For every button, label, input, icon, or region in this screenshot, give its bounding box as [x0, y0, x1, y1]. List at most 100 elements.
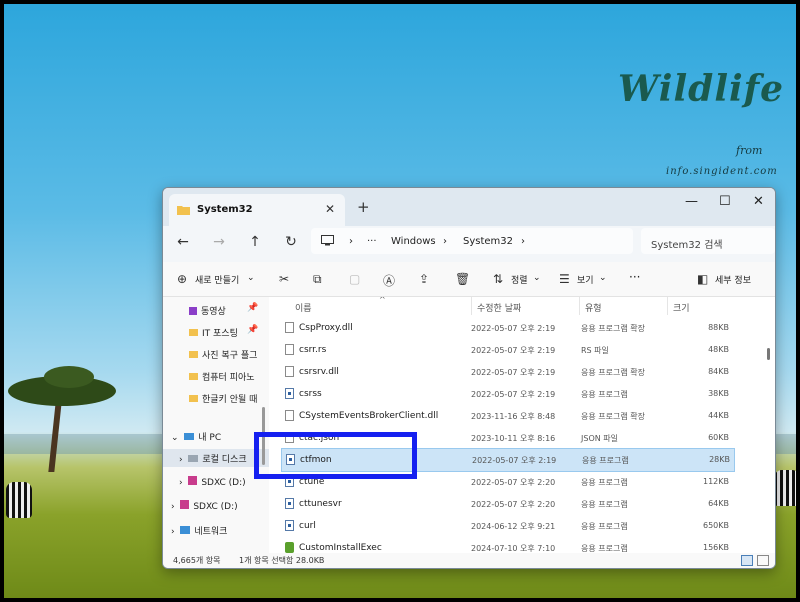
file-name: CustomInstallExec	[299, 543, 382, 553]
nav-label: SDXC (D:)	[193, 502, 238, 512]
file-row[interactable]: CSystemEventsBrokerClient.dll 2023-11-16…	[281, 405, 733, 427]
file-size: 650KB	[702, 521, 729, 530]
new-button[interactable]: 새로 만들기	[195, 273, 239, 286]
view-button[interactable]: 보기	[577, 273, 594, 286]
file-date: 2022-05-07 오후 2:19	[472, 456, 557, 465]
dll-icon	[285, 366, 294, 377]
column-divider[interactable]	[667, 297, 668, 315]
address-bar[interactable]: › ··· Windows › System32 ›	[311, 228, 633, 254]
column-header-type[interactable]: 유형	[585, 301, 602, 314]
file-size: 88KB	[708, 323, 729, 332]
view-icon[interactable]: ☰	[559, 272, 570, 286]
wallpaper-tree-top	[44, 366, 94, 388]
column-divider[interactable]	[579, 297, 580, 315]
tiles-view-icon[interactable]	[757, 555, 769, 566]
search-input[interactable]: System32 검색	[641, 228, 775, 254]
up-button[interactable]: ↑	[245, 234, 265, 250]
paste-icon[interactable]: ▢	[349, 272, 360, 286]
file-date: 2022-05-07 오후 2:19	[471, 346, 556, 355]
file-date: 2024-06-12 오후 9:21	[471, 522, 556, 531]
maximize-button[interactable]: ☐	[719, 194, 731, 209]
file-type: RS 파일	[581, 346, 609, 355]
file-type: 응용 프로그램	[581, 500, 628, 509]
nav-item-sdxc-2[interactable]: › SDXC (D:)	[163, 497, 269, 515]
file-icon	[285, 344, 294, 355]
column-header-size[interactable]: 크기	[673, 301, 690, 314]
nav-item-it-posting[interactable]: IT 포스팅 📌	[163, 323, 269, 341]
file-name: CSystemEventsBrokerClient.dll	[299, 411, 439, 421]
column-header-date[interactable]: 수정한 날짜	[477, 301, 521, 314]
folder-icon	[189, 351, 198, 358]
file-name: csrsrv.dll	[299, 367, 339, 377]
column-header-name[interactable]: 이름	[295, 301, 312, 314]
forward-button[interactable]: →	[209, 234, 229, 250]
nav-item-photo-recovery[interactable]: 사진 복구 플그	[163, 345, 269, 363]
file-list-scrollbar[interactable]	[767, 348, 770, 360]
breadcrumb-system32[interactable]: System32	[463, 236, 513, 247]
chevron-down-icon: ⌄	[533, 273, 541, 283]
file-type: 응용 프로그램 확장	[581, 368, 645, 377]
file-row[interactable]: csrsrv.dll 2022-05-07 오후 2:19 응용 프로그램 확장…	[281, 361, 733, 383]
folder-icon	[177, 206, 190, 215]
file-type: 응용 프로그램 확장	[581, 412, 645, 421]
exe-icon	[285, 520, 294, 531]
delete-icon[interactable]: 🗑	[455, 272, 470, 286]
sort-icon[interactable]: ⇅	[493, 272, 503, 286]
rename-icon[interactable]: Ⓐ	[383, 272, 395, 289]
watermark-title: Wildlife	[618, 68, 785, 110]
nav-item-computer-piano[interactable]: 컴퓨터 피아노	[163, 367, 269, 385]
nav-label: IT 포스팅	[202, 329, 238, 339]
file-size: 84KB	[708, 367, 729, 376]
nav-item-video[interactable]: 동영상 📌	[163, 301, 269, 319]
tab-close-icon[interactable]: ✕	[325, 202, 335, 216]
more-options-button[interactable]: ···	[629, 270, 640, 284]
refresh-button[interactable]: ↻	[281, 234, 301, 250]
back-button[interactable]: ←	[173, 234, 193, 250]
file-row[interactable]: CustomInstallExec 2024-07-10 오후 7:10 응용 …	[281, 537, 733, 553]
nav-label: 로컬 디스크	[202, 455, 247, 465]
file-size: 38KB	[708, 389, 729, 398]
column-divider[interactable]	[471, 297, 472, 315]
breadcrumb-ellipsis[interactable]: ···	[367, 236, 377, 247]
chevron-right-icon: ›	[179, 455, 183, 465]
share-icon[interactable]: ⇪	[419, 272, 429, 286]
file-date: 2022-05-07 오후 2:20	[471, 478, 556, 487]
nav-item-hangul-key[interactable]: 한글키 안될 때	[163, 389, 269, 407]
file-row[interactable]: curl 2024-06-12 오후 9:21 응용 프로그램 650KB	[281, 515, 733, 537]
navigation-pane: 동영상 📌 IT 포스팅 📌 사진 복구 플그 컴퓨터 피아노 한글키 안될 때…	[163, 297, 269, 553]
tab-title: System32	[197, 204, 253, 215]
details-view-icon[interactable]	[741, 555, 753, 566]
file-explorer-window: System32 ✕ + — ☐ ✕ ← → ↑ ↻ › ··· Windows…	[162, 187, 776, 569]
file-row[interactable]: csrr.rs 2022-05-07 오후 2:19 RS 파일 48KB	[281, 339, 733, 361]
file-type: 응용 프로그램	[581, 478, 628, 487]
network-icon	[180, 526, 191, 534]
file-size: 64KB	[708, 499, 729, 508]
minimize-button[interactable]: —	[685, 194, 698, 209]
file-name: csrr.rs	[299, 345, 327, 355]
sort-button[interactable]: 정렬	[511, 273, 528, 286]
copy-icon[interactable]: ⧉	[313, 272, 322, 287]
file-type: 응용 프로그램	[581, 390, 628, 399]
close-button[interactable]: ✕	[753, 194, 764, 209]
file-name: CspProxy.dll	[299, 323, 353, 333]
nav-item-network[interactable]: › 네트워크	[163, 521, 269, 539]
file-date: 2022-05-07 오후 2:19	[471, 324, 556, 333]
breadcrumb-chevron-icon: ›	[349, 236, 353, 247]
watermark-from: from	[736, 144, 763, 157]
chevron-right-icon: ›	[171, 502, 175, 512]
file-row[interactable]: csrss 2022-05-07 오후 2:19 응용 프로그램 38KB	[281, 383, 733, 405]
breadcrumb-windows[interactable]: Windows	[391, 236, 436, 247]
cut-icon[interactable]: ✂	[279, 272, 289, 286]
new-tab-button[interactable]: +	[357, 198, 370, 216]
file-type: JSON 파일	[581, 434, 618, 443]
nav-label: 한글키 안될 때	[202, 395, 258, 405]
new-plus-icon[interactable]: ⊕	[177, 272, 187, 286]
file-size: 28KB	[709, 455, 730, 464]
details-pane-icon[interactable]: ◧	[697, 272, 708, 286]
file-row[interactable]: cttunesvr 2022-05-07 오후 2:20 응용 프로그램 64K…	[281, 493, 733, 515]
file-list: 이름 ^ 수정한 날짜 유형 크기 CspProxy.dll 2022-05-0…	[269, 297, 775, 553]
exe-icon	[285, 388, 294, 399]
tab-system32[interactable]: System32 ✕	[169, 194, 345, 226]
details-button[interactable]: 세부 정보	[715, 273, 751, 286]
file-row[interactable]: CspProxy.dll 2022-05-07 오후 2:19 응용 프로그램 …	[281, 317, 733, 339]
